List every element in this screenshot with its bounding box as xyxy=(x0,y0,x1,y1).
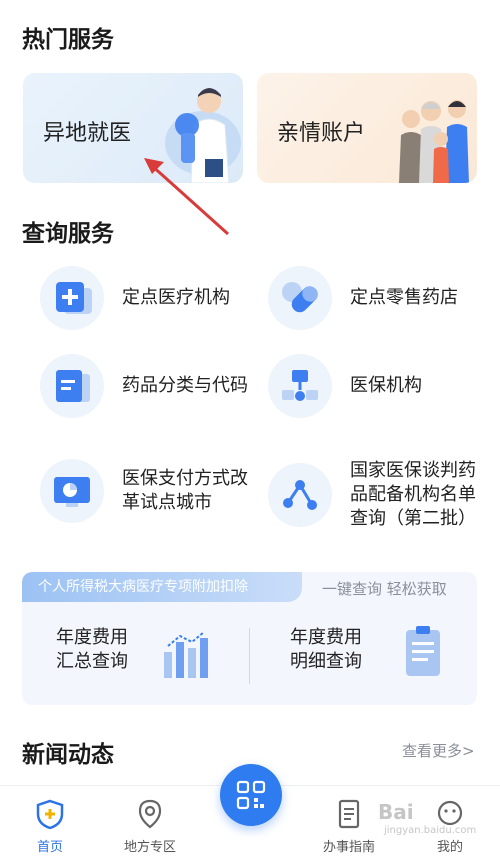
tab-local-zone[interactable]: 地方专区 xyxy=(105,786,195,857)
baidu-watermark: Bai xyxy=(378,800,414,824)
family-account-label: 亲情账户 xyxy=(277,121,366,146)
annual-cost-summary-button[interactable]: 年度费用 汇总查询 xyxy=(56,626,128,674)
payment-reform-city-item[interactable]: 医保支付方式改革试点城市 xyxy=(40,459,250,523)
medical-insurance-org-label: 医保机构 xyxy=(350,375,422,396)
annual-cost-detail-line2: 明细查询 xyxy=(290,651,362,672)
scan-qr-button[interactable] xyxy=(220,764,282,826)
news-title: 新闻动态 xyxy=(22,742,114,768)
tax-card-divider xyxy=(249,628,250,684)
document-icon xyxy=(56,370,90,402)
tab-profile[interactable]: 我的 xyxy=(405,786,495,857)
drug-classification-item[interactable]: 药品分类与代码 xyxy=(40,354,250,418)
tax-deduction-card: 个人所得税大病医疗专项附加扣除 一键查询 轻松获取 年度费用 汇总查询 年度费用… xyxy=(22,572,477,705)
hot-services-title: 热门服务 xyxy=(22,27,114,53)
negotiated-drug-institution-label: 国家医保谈判药品配备机构名单查询（第二批） xyxy=(350,460,476,529)
annual-cost-detail-button[interactable]: 年度费用 明细查询 xyxy=(290,626,362,674)
tax-deduction-banner: 个人所得税大病医疗专项附加扣除 xyxy=(22,572,302,602)
baidu-watermark-url: jingyan.baidu.com xyxy=(384,825,477,836)
designated-medical-institution-item[interactable]: 定点医疗机构 xyxy=(40,266,250,330)
pill-icon xyxy=(282,282,318,313)
home-shield-icon xyxy=(36,799,64,829)
designated-medical-institution-label: 定点医疗机构 xyxy=(122,287,230,308)
tab-home-label: 首页 xyxy=(36,840,63,855)
qr-scan-icon xyxy=(236,780,266,810)
payment-reform-city-label: 医保支付方式改革试点城市 xyxy=(122,468,248,513)
tab-profile-label: 我的 xyxy=(436,840,463,855)
network-icon xyxy=(283,480,317,510)
family-account-card[interactable]: 亲情账户 xyxy=(257,73,477,183)
tab-local-zone-label: 地方专区 xyxy=(123,840,176,855)
clipboard-list-icon xyxy=(406,626,440,676)
annual-cost-detail-line1: 年度费用 xyxy=(290,627,362,648)
monitor-chart-icon xyxy=(54,477,90,507)
family-illustration-icon xyxy=(399,100,469,183)
designated-pharmacy-label: 定点零售药店 xyxy=(350,287,458,308)
location-pin-icon xyxy=(138,799,162,829)
org-chart-icon xyxy=(282,370,318,401)
annual-cost-summary-line2: 汇总查询 xyxy=(56,651,128,672)
medical-insurance-org-item[interactable]: 医保机构 xyxy=(268,354,478,418)
tax-deduction-slogan: 一键查询 轻松获取 xyxy=(322,580,447,598)
medical-cross-icon xyxy=(56,282,92,314)
remote-medical-label: 异地就医 xyxy=(43,121,132,146)
query-services-title: 查询服务 xyxy=(22,221,114,247)
negotiated-drug-institution-item[interactable]: 国家医保谈判药品配备机构名单查询（第二批） xyxy=(268,459,478,531)
bar-chart-icon xyxy=(164,631,208,678)
drug-classification-label: 药品分类与代码 xyxy=(122,375,248,396)
designated-pharmacy-item[interactable]: 定点零售药店 xyxy=(268,266,478,330)
annotation-arrow xyxy=(144,158,230,236)
tab-guide-label: 办事指南 xyxy=(322,840,375,855)
guide-document-icon xyxy=(338,799,360,829)
news-more-link[interactable]: 查看更多> xyxy=(402,740,475,761)
annual-cost-summary-line1: 年度费用 xyxy=(56,627,128,648)
tab-home[interactable]: 首页 xyxy=(5,786,95,857)
